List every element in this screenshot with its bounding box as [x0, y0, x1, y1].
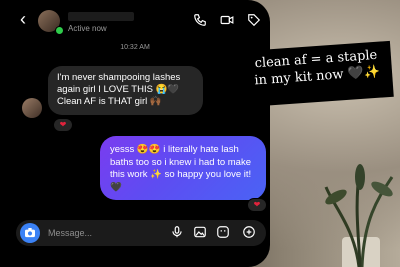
video-icon[interactable]	[220, 13, 234, 27]
caption-overlay: clean af = a staple in my kit now 🖤✨	[240, 40, 394, 108]
camera-icon	[25, 228, 35, 238]
message-composer: Message...	[16, 220, 266, 246]
plus-icon[interactable]	[242, 225, 256, 239]
heart-reaction[interactable]: ❤	[53, 118, 73, 132]
incoming-message[interactable]: I'm never shampooing lashes again girl I…	[48, 66, 203, 115]
sender-avatar[interactable]	[22, 98, 42, 118]
tag-icon[interactable]	[247, 13, 261, 27]
plant-leaves	[324, 164, 394, 267]
image-icon[interactable]	[193, 225, 207, 239]
phone-icon[interactable]	[193, 13, 207, 27]
sticker-icon[interactable]	[216, 225, 230, 239]
outgoing-message[interactable]: yesss 😍😍 i literally hate lash baths too…	[100, 136, 266, 200]
message-timestamp: 10:32 AM	[120, 44, 150, 51]
redacted-username	[68, 12, 134, 21]
online-indicator	[55, 26, 64, 35]
chat-header: ‹ Active now	[0, 0, 270, 40]
message-input[interactable]: Message...	[48, 228, 92, 238]
microphone-icon[interactable]	[170, 225, 184, 239]
camera-button[interactable]	[20, 223, 40, 243]
phone-screen: ‹ Active now 10:32 AM I'm never shampooi…	[0, 0, 270, 267]
heart-reaction[interactable]: ❤	[247, 198, 267, 212]
chevron-left-icon[interactable]: ‹	[20, 10, 26, 28]
active-status: Active now	[68, 24, 107, 33]
